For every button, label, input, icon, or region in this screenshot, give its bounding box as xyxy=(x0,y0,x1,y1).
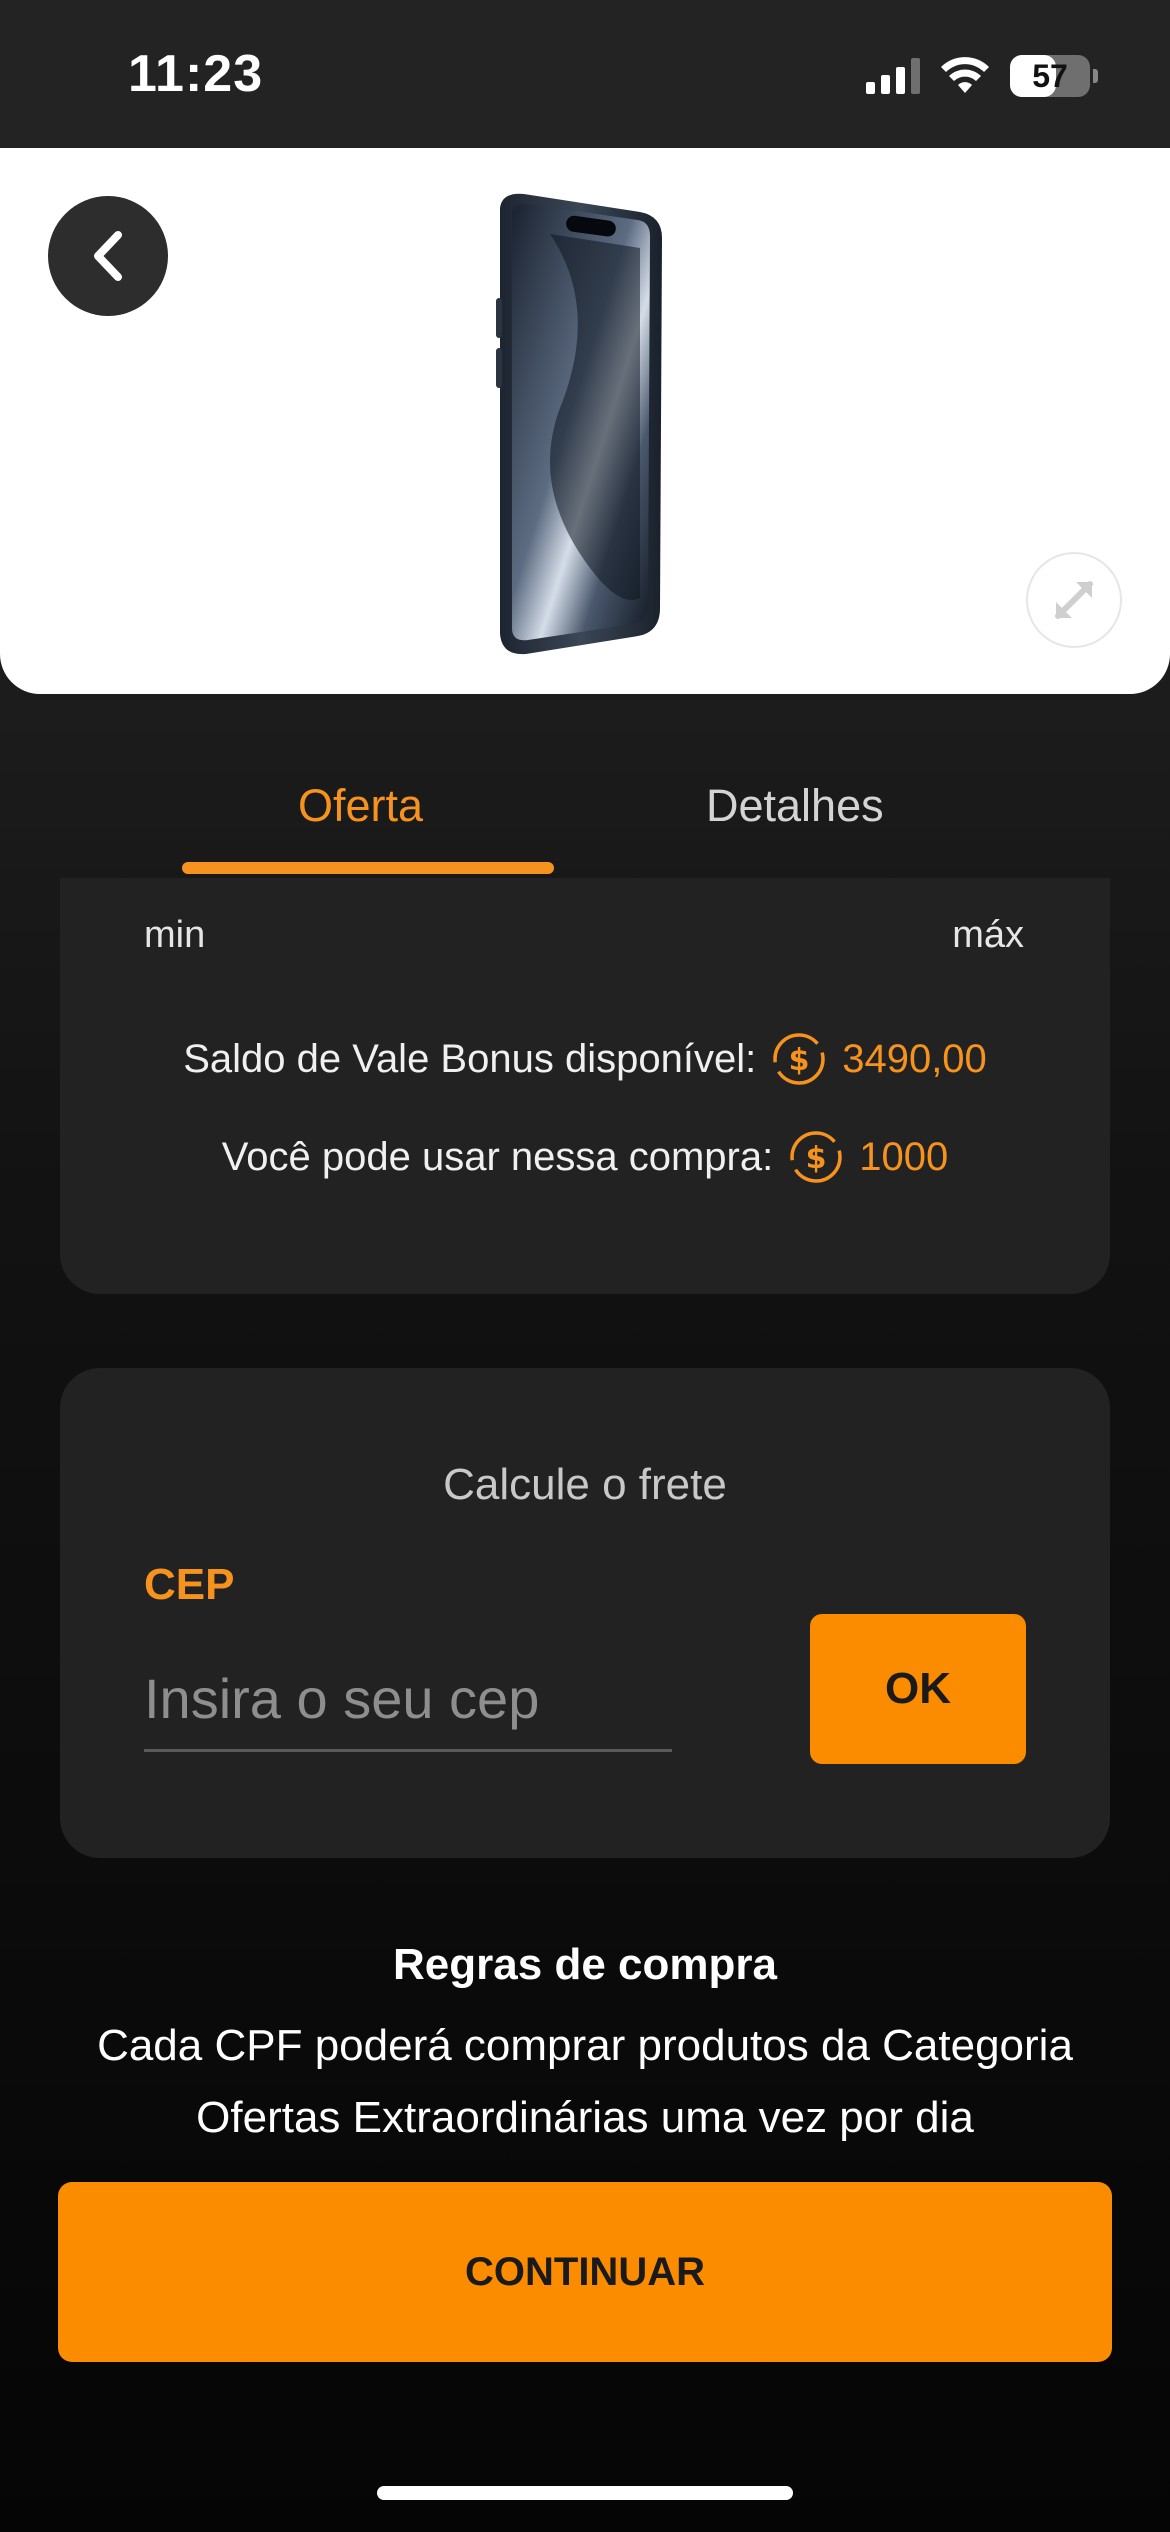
shipping-card: Calcule o frete CEP OK xyxy=(60,1368,1110,1858)
tab-bar: Oferta Detalhes xyxy=(0,760,1170,880)
back-button[interactable] xyxy=(48,196,168,316)
cep-input[interactable] xyxy=(144,1648,672,1752)
bonus-card: min máx Saldo de Vale Bonus disponível: … xyxy=(60,878,1110,1294)
bonus-usable-row: Você pode usar nessa compra: $ 1000 xyxy=(60,1128,1110,1186)
bonus-usable-value: 1000 xyxy=(859,1134,949,1179)
home-indicator[interactable] xyxy=(377,2486,793,2500)
bonus-usable-label: Você pode usar nessa compra: xyxy=(221,1134,774,1179)
bonus-balance-label: Saldo de Vale Bonus disponível: xyxy=(183,1036,757,1081)
ok-button[interactable]: OK xyxy=(810,1614,1026,1764)
product-image-panel xyxy=(0,148,1170,694)
svg-text:$: $ xyxy=(806,1141,827,1176)
expand-image-button[interactable] xyxy=(1026,552,1122,648)
tab-detalhes[interactable]: Detalhes xyxy=(706,780,884,832)
rules-text: Cada CPF poderá comprar produtos da Cate… xyxy=(97,2021,1073,2142)
shipping-title: Calcule o frete xyxy=(443,1460,727,1509)
bonus-balance-row: Saldo de Vale Bonus disponível: $ 3490,0… xyxy=(60,1030,1110,1088)
battery-icon: 57 xyxy=(1010,55,1098,97)
cellular-signal-icon xyxy=(866,58,920,94)
wifi-icon xyxy=(941,57,989,93)
tab-oferta[interactable]: Oferta xyxy=(298,780,423,832)
bonus-coin-icon: $ xyxy=(790,1131,842,1183)
rules-title: Regras de compra xyxy=(393,1940,777,1989)
smartphone-product-image xyxy=(496,193,662,655)
range-min-label: min xyxy=(144,914,206,956)
expand-arrows-icon xyxy=(1055,581,1093,619)
cep-label: CEP xyxy=(144,1560,235,1609)
active-tab-indicator xyxy=(182,862,554,874)
screen: 11:23 57 Oferta Detalhes min máx Saldo d… xyxy=(0,0,1170,2532)
range-max-label: máx xyxy=(952,914,1024,956)
battery-percent: 57 xyxy=(1032,57,1068,94)
continue-button[interactable]: CONTINUAR xyxy=(58,2182,1112,2362)
svg-text:$: $ xyxy=(789,1043,810,1078)
status-bar: 11:23 57 xyxy=(0,0,1170,148)
chevron-left-icon xyxy=(94,231,122,281)
status-time: 11:23 xyxy=(128,45,264,103)
bonus-coin-icon: $ xyxy=(773,1033,825,1085)
bonus-balance-value: 3490,00 xyxy=(842,1036,987,1081)
status-icons: 57 xyxy=(866,52,1098,100)
